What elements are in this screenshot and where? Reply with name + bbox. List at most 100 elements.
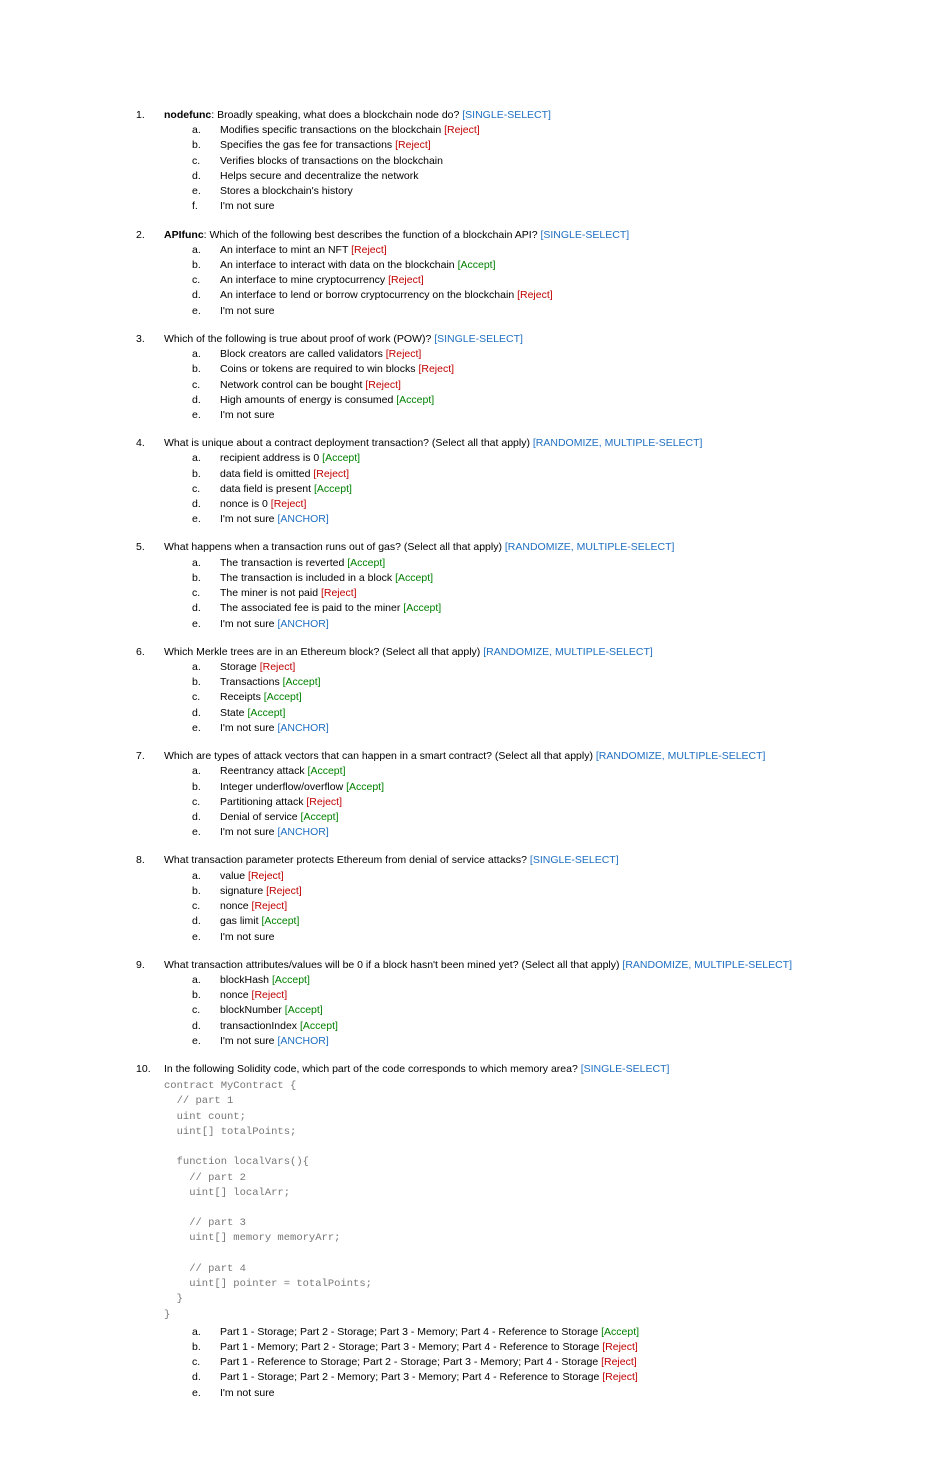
option: Part 1 - Storage; Part 2 - Memory; Part … [192, 1370, 837, 1385]
option-text: Modifies specific transactions on the bl… [220, 124, 444, 136]
option-mark: [Reject] [601, 1356, 637, 1368]
option-text: Helps secure and decentralize the networ… [220, 170, 418, 182]
option: I'm not sure [192, 1386, 837, 1401]
option: Denial of service [Accept] [192, 810, 837, 825]
option-text: An interface to mint an NFT [220, 244, 351, 256]
question-stem: In the following Solidity code, which pa… [164, 1062, 837, 1077]
option: An interface to mint an NFT [Reject] [192, 243, 837, 258]
option: transactionIndex [Accept] [192, 1019, 837, 1034]
question-10: In the following Solidity code, which pa… [136, 1062, 837, 1401]
option-prefix: data [220, 468, 240, 480]
option-text: The miner is not paid [220, 587, 321, 599]
option-mark: [Reject] [444, 124, 480, 136]
option: blockNumber [Accept] [192, 1003, 837, 1018]
option: State [Accept] [192, 706, 837, 721]
option-text: I'm not sure [220, 305, 275, 317]
option: An interface to mine cryptocurrency [Rej… [192, 273, 837, 288]
option: I'm not sure [192, 930, 837, 945]
option: Modifies specific transactions on the bl… [192, 123, 837, 138]
option-mark: [Reject] [248, 870, 284, 882]
option: An interface to interact with data on th… [192, 258, 837, 273]
stem-text: What transaction attributes/values will … [164, 959, 622, 971]
option-text: High amounts of energy is consumed [220, 394, 396, 406]
option: nonce is 0 [Reject] [192, 497, 837, 512]
option-text: Stores a blockchain's history [220, 185, 353, 197]
option-mark: [Reject] [602, 1341, 638, 1353]
option-text: value [220, 870, 248, 882]
option: I'm not sure [192, 304, 837, 319]
option-text: Part 1 - Memory; Part 2 - Storage; Part … [220, 1341, 602, 1353]
option: data field is present [Accept] [192, 482, 837, 497]
option-prefix: recipient [220, 452, 260, 464]
option-prefix: data [220, 483, 240, 495]
question-type-tag: [SINGLE-SELECT] [462, 109, 551, 121]
option-text: Storage [220, 661, 260, 673]
option-text: State [220, 707, 247, 719]
option-mark: [Accept] [322, 452, 360, 464]
question-5: What happens when a transaction runs out… [136, 540, 837, 631]
option-prefix: nonce [220, 498, 249, 510]
option: I'm not sure [192, 199, 837, 214]
option-mark: [ANCHOR] [277, 722, 328, 734]
option-mark: [Reject] [386, 348, 422, 360]
option-mark: [Reject] [321, 587, 357, 599]
question-type-tag: [SINGLE-SELECT] [540, 229, 629, 241]
option-text: Transactions [220, 676, 283, 688]
option-mark: [Accept] [314, 483, 352, 495]
stem-prefix: nodefunc [164, 109, 211, 121]
option: recipient address is 0 [Accept] [192, 451, 837, 466]
option-text: Block creators are called validators [220, 348, 386, 360]
question-stem: What transaction attributes/values will … [164, 958, 837, 973]
option-mark: [Accept] [346, 781, 384, 793]
option-text: I'm not sure [220, 931, 275, 943]
option: nonce [Reject] [192, 988, 837, 1003]
option: I'm not sure [ANCHOR] [192, 1034, 837, 1049]
option-text: gas limit [220, 915, 261, 927]
option-text: The transaction is reverted [220, 557, 347, 569]
question-1: nodefunc: Broadly speaking, what does a … [136, 108, 837, 215]
question-type-tag: [SINGLE-SELECT] [434, 333, 523, 345]
question-9: What transaction attributes/values will … [136, 958, 837, 1049]
option: The transaction is included in a block [… [192, 571, 837, 586]
question-stem: Which are types of attack vectors that c… [164, 749, 837, 764]
option: Reentrancy attack [Accept] [192, 764, 837, 779]
option-text: signature [220, 885, 266, 897]
option-text: Verifies blocks of transactions on the b… [220, 155, 443, 167]
option-mark: [Reject] [252, 900, 288, 912]
option-list: Modifies specific transactions on the bl… [192, 123, 837, 214]
option: I'm not sure [ANCHOR] [192, 825, 837, 840]
option: High amounts of energy is consumed [Acce… [192, 393, 837, 408]
option-text: Specifies the gas fee for transactions [220, 139, 395, 151]
stem-text: What is unique about a contract deployme… [164, 437, 533, 449]
option-text: I'm not sure [220, 200, 275, 212]
option-mark: [Reject] [602, 1371, 638, 1383]
option-mark: [Reject] [365, 379, 401, 391]
question-stem: Which Merkle trees are in an Ethereum bl… [164, 645, 837, 660]
option-mark: [Accept] [601, 1326, 639, 1338]
option: Coins or tokens are required to win bloc… [192, 362, 837, 377]
option-text: field is present [240, 483, 314, 495]
question-type-tag: [SINGLE-SELECT] [581, 1063, 670, 1075]
option: Transactions [Accept] [192, 675, 837, 690]
option: I'm not sure [ANCHOR] [192, 721, 837, 736]
option: I'm not sure [ANCHOR] [192, 617, 837, 632]
option-text: Part 1 - Storage; Part 2 - Storage; Part… [220, 1326, 601, 1338]
option: Block creators are called validators [Re… [192, 347, 837, 362]
option-text: Coins or tokens are required to win bloc… [220, 363, 418, 375]
option-list: Block creators are called validators [Re… [192, 347, 837, 423]
option-mark: [Accept] [261, 915, 299, 927]
stem-text: : Which of the following best describes … [204, 229, 541, 241]
stem-text: Which are types of attack vectors that c… [164, 750, 596, 762]
option-mark: [Reject] [260, 661, 296, 673]
option-list: Part 1 - Storage; Part 2 - Storage; Part… [192, 1325, 837, 1401]
option: The associated fee is paid to the miner … [192, 601, 837, 616]
option-mark: [Reject] [418, 363, 454, 375]
option: Integer underflow/overflow [Accept] [192, 780, 837, 795]
option-text: Receipts [220, 691, 264, 703]
question-stem: APIfunc: Which of the following best des… [164, 228, 837, 243]
option-mark: [Accept] [308, 765, 346, 777]
stem-text: : Broadly speaking, what does a blockcha… [211, 109, 462, 121]
option-mark: [Accept] [458, 259, 496, 271]
option: Part 1 - Reference to Storage; Part 2 - … [192, 1355, 837, 1370]
option-text: I'm not sure [220, 826, 277, 838]
